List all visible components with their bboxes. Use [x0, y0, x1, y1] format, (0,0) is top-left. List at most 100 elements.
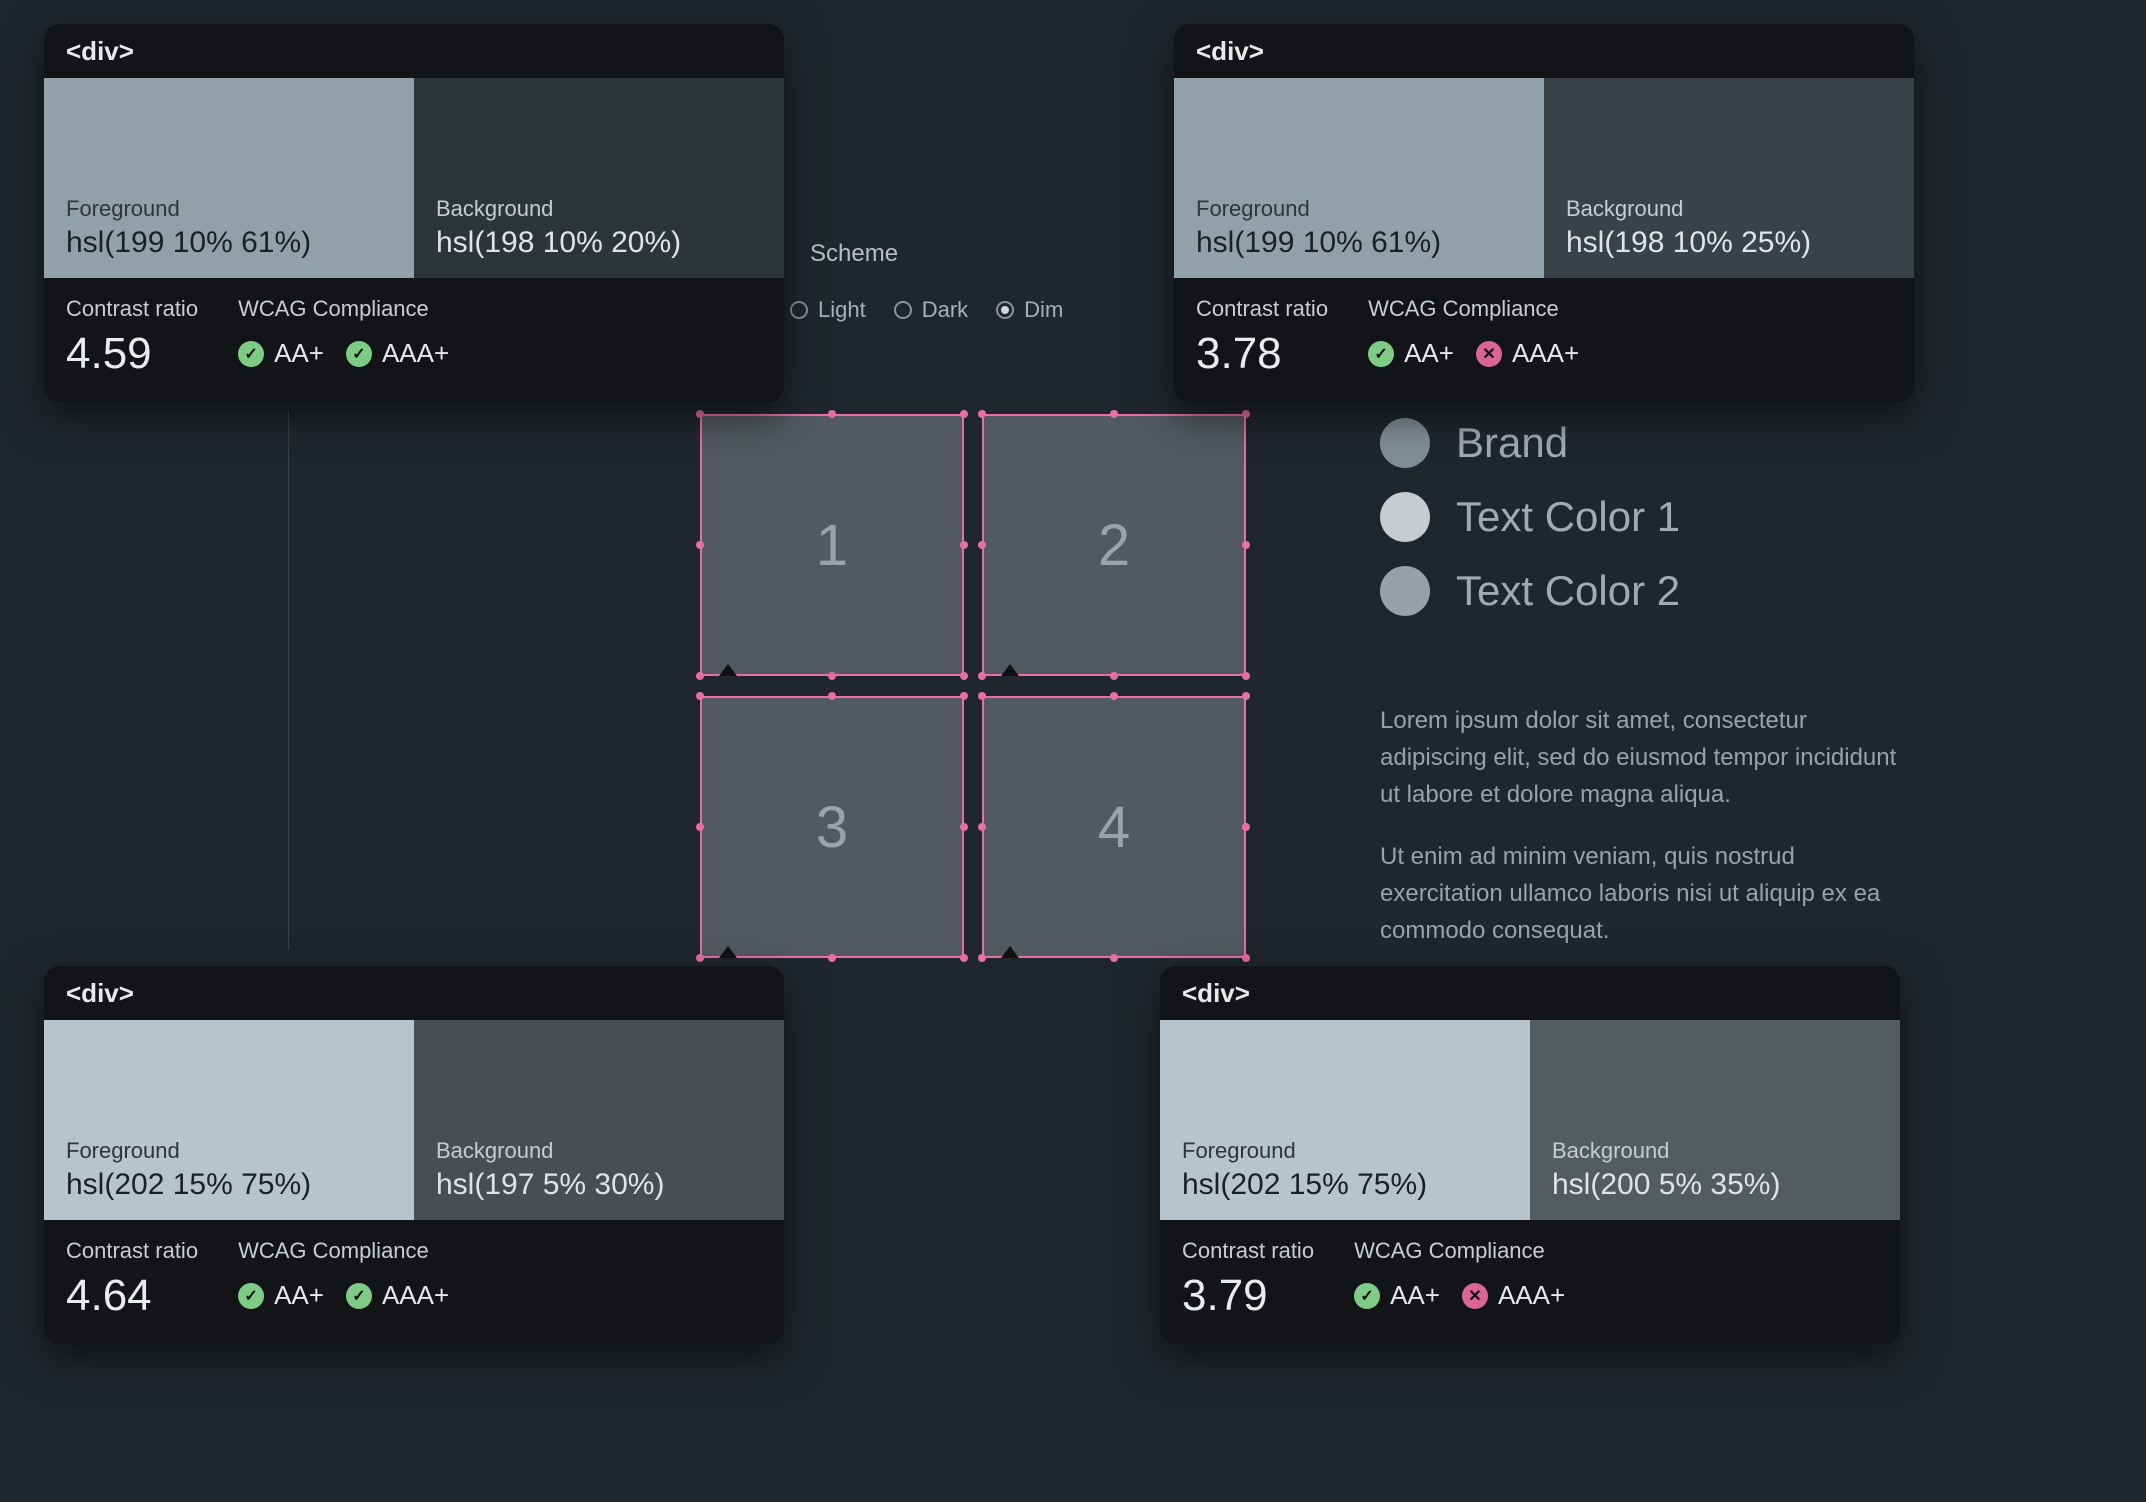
popover-caret-icon — [1001, 946, 1019, 958]
selection-handle[interactable] — [978, 823, 986, 831]
wcag-badge: ✓AA+ — [238, 338, 324, 369]
selection-handle[interactable] — [978, 410, 986, 418]
selection-handle[interactable] — [696, 541, 704, 549]
contrast-panel: <div>Foregroundhsl(202 15% 75%)Backgroun… — [1160, 966, 1900, 1344]
contrast-ratio-value: 3.79 — [1182, 1274, 1314, 1318]
selection-handle[interactable] — [978, 692, 986, 700]
background-label: Background — [1566, 196, 1892, 222]
contrast-ratio-value: 4.64 — [66, 1274, 198, 1318]
contrast-panel: <div>Foregroundhsl(199 10% 61%)Backgroun… — [1174, 24, 1914, 402]
contrast-ratio-label: Contrast ratio — [1182, 1238, 1314, 1264]
panel-tag-label: <div> — [1160, 966, 1900, 1020]
panel-tag-label: <div> — [1174, 24, 1914, 78]
foreground-swatch[interactable]: Foregroundhsl(199 10% 61%) — [1174, 78, 1544, 278]
x-icon: ✕ — [1476, 341, 1502, 367]
foreground-value: hsl(202 15% 75%) — [66, 1168, 392, 1202]
contrast-panel: <div>Foregroundhsl(199 10% 61%)Backgroun… — [44, 24, 784, 402]
wcag-badge-text: AA+ — [1404, 338, 1454, 369]
selection-handle[interactable] — [828, 410, 836, 418]
grid-cell-1[interactable]: 1 — [702, 416, 962, 674]
selection-handle[interactable] — [696, 823, 704, 831]
background-swatch[interactable]: Backgroundhsl(200 5% 35%) — [1530, 1020, 1900, 1220]
selection-handle[interactable] — [960, 410, 968, 418]
legend-swatch — [1380, 566, 1430, 616]
wcag-badge-text: AAA+ — [382, 1280, 449, 1311]
background-label: Background — [436, 196, 762, 222]
grid-cell-2[interactable]: 2 — [984, 416, 1244, 674]
foreground-swatch[interactable]: Foregroundhsl(202 15% 75%) — [44, 1020, 414, 1220]
wcag-badge: ✕AAA+ — [1462, 1280, 1565, 1311]
selection-handle[interactable] — [696, 410, 704, 418]
selection-handle[interactable] — [960, 823, 968, 831]
selection-handle[interactable] — [1242, 823, 1250, 831]
selection-handle[interactable] — [1242, 672, 1250, 680]
legend-swatch — [1380, 418, 1430, 468]
selection-handle[interactable] — [960, 954, 968, 962]
selection-handle[interactable] — [960, 541, 968, 549]
selection-handle[interactable] — [828, 692, 836, 700]
preview-grid: 1 2 3 4 — [702, 416, 1246, 960]
check-icon: ✓ — [238, 341, 264, 367]
legend-label: Text Color 2 — [1456, 567, 1680, 615]
selection-handle[interactable] — [1242, 410, 1250, 418]
selection-handle[interactable] — [696, 692, 704, 700]
grid-cell-4[interactable]: 4 — [984, 698, 1244, 956]
selection-handle[interactable] — [828, 672, 836, 680]
scheme-option-light[interactable]: Light — [790, 297, 866, 323]
selection-handle[interactable] — [1110, 410, 1118, 418]
selection-handle[interactable] — [978, 541, 986, 549]
wcag-badge-text: AA+ — [274, 1280, 324, 1311]
wcag-badge-text: AAA+ — [1512, 338, 1579, 369]
background-swatch[interactable]: Backgroundhsl(198 10% 20%) — [414, 78, 784, 278]
radio-icon — [790, 301, 808, 319]
radio-icon — [894, 301, 912, 319]
selection-handle[interactable] — [960, 672, 968, 680]
panel-tag-label: <div> — [44, 24, 784, 78]
selection-handle[interactable] — [1242, 692, 1250, 700]
contrast-ratio-label: Contrast ratio — [1196, 296, 1328, 322]
background-swatch[interactable]: Backgroundhsl(198 10% 25%) — [1544, 78, 1914, 278]
selection-handle[interactable] — [978, 954, 986, 962]
check-icon: ✓ — [1354, 1283, 1380, 1309]
foreground-value: hsl(199 10% 61%) — [66, 226, 392, 260]
scheme-option-dark[interactable]: Dark — [894, 297, 968, 323]
contrast-ratio-label: Contrast ratio — [66, 296, 198, 322]
foreground-swatch[interactable]: Foregroundhsl(202 15% 75%) — [1160, 1020, 1530, 1220]
legend-label: Brand — [1456, 419, 1568, 467]
grid-cell-3[interactable]: 3 — [702, 698, 962, 956]
wcag-label: WCAG Compliance — [238, 296, 449, 322]
selection-handle[interactable] — [978, 672, 986, 680]
legend-item: Text Color 1 — [1380, 492, 1930, 542]
selection-handle[interactable] — [960, 692, 968, 700]
foreground-label: Foreground — [1182, 1138, 1508, 1164]
wcag-badge: ✓ AA+ — [238, 1280, 324, 1311]
selection-handle[interactable] — [696, 954, 704, 962]
wcag-badge: ✕ AAA+ — [1476, 338, 1579, 369]
foreground-swatch[interactable]: Foregroundhsl(199 10% 61%) — [44, 78, 414, 278]
wcag-label: WCAG Compliance — [1368, 296, 1579, 322]
x-icon: ✕ — [1462, 1283, 1488, 1309]
lorem-paragraph-1: Lorem ipsum dolor sit amet, consectetur … — [1380, 702, 1920, 814]
popover-caret-icon — [719, 664, 737, 676]
radio-label: Light — [818, 297, 866, 323]
background-swatch[interactable]: Backgroundhsl(197 5% 30%) — [414, 1020, 784, 1220]
divider — [288, 410, 289, 950]
lorem-paragraph-2: Ut enim ad minim veniam, quis nostrud ex… — [1380, 838, 1920, 950]
selection-handle[interactable] — [1110, 692, 1118, 700]
background-label: Background — [436, 1138, 762, 1164]
wcag-label: WCAG Compliance — [1354, 1238, 1565, 1264]
selection-handle[interactable] — [696, 672, 704, 680]
selection-handle[interactable] — [1110, 954, 1118, 962]
contrast-ratio-value: 3.78 — [1196, 332, 1328, 376]
scheme-label: Scheme — [810, 240, 898, 268]
selection-handle[interactable] — [1242, 541, 1250, 549]
selection-handle[interactable] — [828, 954, 836, 962]
check-icon: ✓ — [238, 1283, 264, 1309]
panel-tag-label: <div> — [44, 966, 784, 1020]
selection-handle[interactable] — [1242, 954, 1250, 962]
scheme-option-dim[interactable]: Dim — [996, 297, 1063, 323]
check-icon: ✓ — [1368, 341, 1394, 367]
check-icon: ✓ — [346, 341, 372, 367]
selection-handle[interactable] — [1110, 672, 1118, 680]
radio-label: Dark — [922, 297, 968, 323]
